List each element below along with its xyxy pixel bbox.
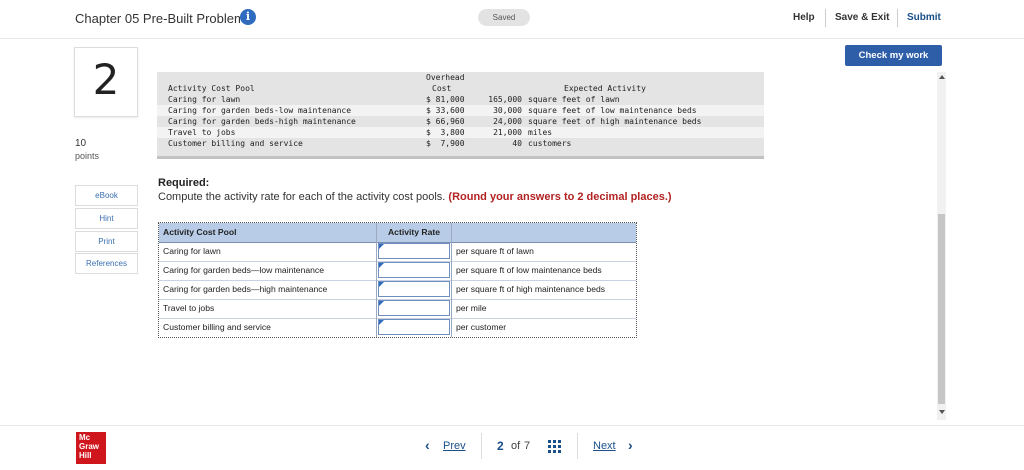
activity-rate-input[interactable]: [378, 243, 450, 259]
answer-table: Activity Cost Pool Activity Rate Caring …: [158, 222, 637, 338]
row-pool-label: Customer billing and service: [159, 318, 377, 337]
chapter-title: Chapter 05 Pre-Built Problems: [75, 11, 252, 26]
row-pool-label: Caring for garden beds—low maintenance: [159, 261, 377, 280]
data-row: Caring for lawn $ 81,000 165,000 square …: [157, 94, 764, 105]
prev-button[interactable]: Prev: [443, 440, 466, 452]
scroll-up-icon[interactable]: [939, 75, 945, 79]
data-cost: $ 33,600: [426, 106, 465, 115]
row-pool-label: Caring for lawn: [159, 242, 377, 261]
row-unit-label: per square ft of lawn: [456, 246, 534, 256]
row-unit-label: per mile: [456, 303, 487, 313]
data-unit: customers: [528, 139, 572, 148]
hint-button[interactable]: Hint: [75, 208, 138, 229]
data-qty: 165,000: [488, 95, 522, 104]
points-label: points: [75, 151, 100, 161]
row-unit-label: per square ft of low maintenance beds: [456, 265, 602, 275]
activity-rate-input[interactable]: [378, 300, 450, 316]
data-row: Caring for garden beds-low maintenance $…: [157, 105, 764, 116]
cost-header-line1: Overhead: [426, 73, 465, 82]
activity-header: Expected Activity: [564, 84, 646, 93]
ebook-button[interactable]: eBook: [75, 185, 138, 206]
data-row: Caring for garden beds-high maintenance …: [157, 116, 764, 127]
submit-link[interactable]: Submit: [907, 12, 941, 23]
scrollbar-thumb[interactable]: [938, 214, 945, 404]
logo-line: Hill: [79, 451, 92, 460]
print-button[interactable]: Print: [75, 231, 138, 252]
data-cost: $ 81,000: [426, 95, 465, 104]
page-of-label: of: [511, 440, 521, 452]
data-header-row-2: Activity Cost Pool Cost Expected Activit…: [157, 83, 764, 94]
data-unit: square feet of high maintenance beds: [528, 117, 702, 126]
data-qty: 21,000: [493, 128, 522, 137]
activity-rate-input[interactable]: [378, 262, 450, 278]
data-qty: 30,000: [493, 106, 522, 115]
cost-header-line2: Cost: [432, 84, 452, 93]
data-unit: miles: [528, 128, 553, 137]
help-link[interactable]: Help: [793, 12, 815, 23]
question-grid-icon[interactable]: [548, 440, 562, 454]
header-activity-cost-pool: Activity Cost Pool: [159, 223, 377, 242]
points-value: 10: [75, 138, 87, 149]
question-number: 2: [92, 55, 120, 104]
data-qty: 40: [512, 139, 522, 148]
chevron-left-icon[interactable]: ‹: [425, 437, 430, 453]
total-pages: 7: [524, 440, 531, 452]
table-row: Caring for lawn per square ft of lawn: [159, 242, 636, 262]
scroll-down-icon[interactable]: [939, 410, 945, 414]
data-pool: Caring for lawn: [168, 95, 241, 104]
activity-rate-input[interactable]: [378, 281, 450, 297]
table-row: Caring for garden beds—low maintenance p…: [159, 261, 636, 281]
data-cost: $ 7,900: [426, 139, 465, 148]
row-unit-label: per customer: [456, 322, 507, 332]
data-unit: square feet of lawn: [528, 95, 620, 104]
references-button[interactable]: References: [75, 253, 138, 274]
instruction-body: Compute the activity rate for each of th…: [158, 191, 449, 203]
save-exit-link[interactable]: Save & Exit: [835, 12, 889, 23]
header-divider: [897, 9, 898, 27]
data-pool: Customer billing and service: [168, 139, 303, 148]
question-number-box: 2: [74, 47, 138, 117]
data-row: Travel to jobs $ 3,800 21,000 miles: [157, 127, 764, 138]
next-button[interactable]: Next: [593, 440, 616, 452]
row-pool-label: Caring for garden beds—high maintenance: [159, 280, 377, 299]
current-page: 2: [497, 439, 504, 453]
footer-divider: [577, 433, 578, 459]
rounding-note: (Round your answers to 2 decimal places.…: [448, 191, 672, 203]
given-data-table: Overhead Activity Cost Pool Cost Expecte…: [157, 72, 764, 159]
header-unit: [452, 223, 636, 242]
mcgraw-hill-logo: Mc Graw Hill: [76, 432, 106, 464]
header-activity-rate: Activity Rate: [377, 223, 452, 242]
top-header: Chapter 05 Pre-Built Problems i Saved He…: [0, 0, 1024, 39]
info-icon[interactable]: i: [240, 9, 256, 25]
data-unit: square feet of low maintenance beds: [528, 106, 697, 115]
data-qty: 24,000: [493, 117, 522, 126]
check-my-work-button[interactable]: Check my work: [845, 45, 942, 66]
row-unit-label: per square ft of high maintenance beds: [456, 284, 606, 294]
data-pool: Caring for garden beds-high maintenance: [168, 117, 356, 126]
saved-status-badge: Saved: [478, 9, 530, 26]
chevron-right-icon[interactable]: ›: [628, 437, 633, 453]
data-pool: Caring for garden beds-low maintenance: [168, 106, 352, 115]
data-cost: $ 3,800: [426, 128, 465, 137]
answer-table-header: Activity Cost Pool Activity Rate: [159, 223, 636, 243]
row-pool-label: Travel to jobs: [159, 299, 377, 318]
data-cost: $ 66,960: [426, 117, 465, 126]
header-divider: [825, 9, 826, 27]
table-row: Caring for garden beds—high maintenance …: [159, 280, 636, 300]
data-row: Customer billing and service $ 7,900 40 …: [157, 138, 764, 149]
instruction-text: Compute the activity rate for each of th…: [158, 191, 672, 203]
required-label: Required:: [158, 177, 210, 189]
table-row: Customer billing and service per custome…: [159, 318, 636, 337]
table-row: Travel to jobs per mile: [159, 299, 636, 319]
data-header-row-1: Overhead: [157, 72, 764, 83]
pool-header: Activity Cost Pool: [168, 84, 255, 93]
activity-rate-input[interactable]: [378, 319, 450, 335]
footer-divider: [481, 433, 482, 459]
data-pool: Travel to jobs: [168, 128, 236, 137]
